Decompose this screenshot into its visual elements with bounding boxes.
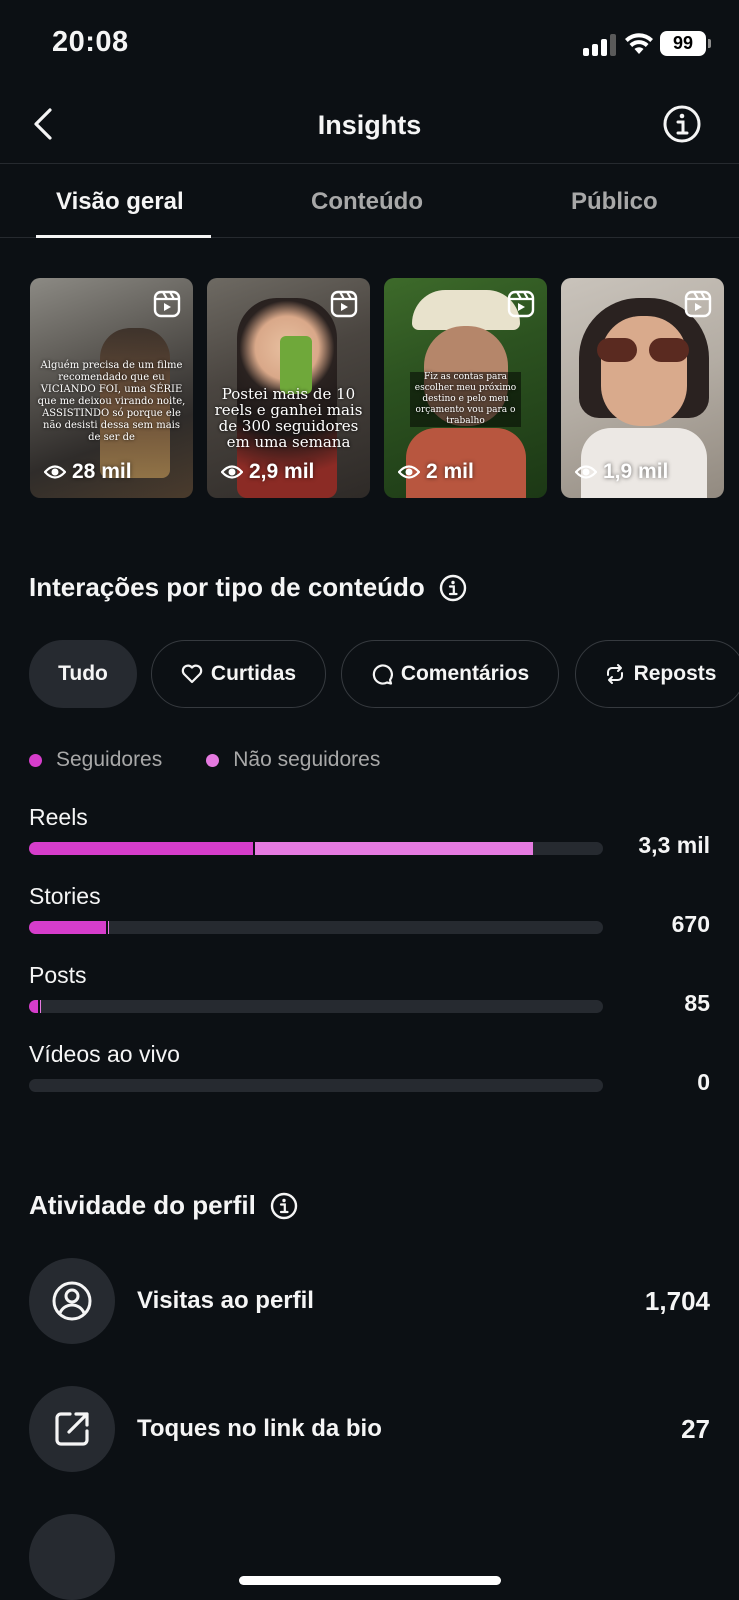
external-link-icon: [55, 1412, 89, 1446]
bar-row: Reels 3,3 mil: [29, 804, 710, 874]
bar-category-label: Vídeos ao vivo: [29, 1041, 180, 1067]
view-count-value: 2,9 mil: [249, 460, 315, 483]
tab-audience[interactable]: Público: [571, 188, 658, 216]
view-count: 1,9 mil: [575, 460, 668, 484]
bar-segment-followers: [29, 842, 253, 855]
page-title: Insights: [317, 110, 422, 140]
top-content-carousel: Alguém precisa de um filme recomendado q…: [30, 278, 739, 498]
interactions-title: Interações por tipo de conteúdo: [29, 572, 425, 602]
reel-icon: [330, 290, 358, 318]
repost-icon: [606, 664, 623, 684]
active-tab-indicator: [36, 235, 211, 238]
activity-icon-wrap: [29, 1386, 115, 1472]
thumbnail-caption: Fiz as contas para escolher meu próximo …: [410, 372, 521, 427]
reel-icon: [153, 290, 181, 318]
bar-track: [29, 921, 603, 934]
bar-category-label: Stories: [29, 883, 101, 909]
wifi-icon: [625, 33, 653, 54]
status-time: 20:08: [52, 26, 129, 58]
bar-segment-followers: [29, 921, 106, 934]
thumbnail-caption: Postei mais de 10 reels e ganhei mais de…: [214, 385, 363, 451]
info-icon[interactable]: [270, 1192, 298, 1220]
eye-icon: [44, 465, 66, 479]
eye-icon: [221, 465, 243, 479]
activity-section-title: Atividade do perfil: [29, 1190, 298, 1221]
bar-total-value: 670: [671, 911, 710, 937]
tab-overview[interactable]: Visão geral: [56, 188, 184, 216]
bar-track: [29, 1079, 603, 1092]
bar-category-label: Posts: [29, 962, 87, 988]
bar-row: Posts 85: [29, 962, 710, 1032]
filter-chip-all[interactable]: Tudo: [29, 640, 137, 708]
reel-icon: [684, 290, 712, 318]
battery-indicator: 99: [660, 31, 711, 56]
heart-icon: [181, 664, 203, 684]
legend-label: Não seguidores: [233, 748, 381, 771]
view-count: 2 mil: [398, 460, 474, 484]
activity-row-profile-visits[interactable]: Visitas ao perfil 1,704: [29, 1258, 710, 1344]
bar-track: [29, 842, 603, 855]
bar-track: [29, 1000, 603, 1013]
chip-label: Reposts: [633, 662, 717, 685]
activity-title: Atividade do perfil: [29, 1190, 256, 1220]
activity-icon-wrap-partial: [29, 1514, 115, 1600]
view-count-value: 2 mil: [426, 460, 474, 483]
legend-dot-followers: [29, 753, 42, 767]
signal-icon: [583, 34, 619, 56]
activity-row-bio-link-taps[interactable]: Toques no link da bio 27: [29, 1386, 710, 1472]
user-circle-icon: [52, 1281, 92, 1321]
legend-dot-non-followers: [206, 753, 220, 767]
bar-total-value: 3,3 mil: [638, 832, 710, 858]
chip-label: Curtidas: [210, 662, 297, 685]
bar-category-label: Reels: [29, 804, 88, 830]
filter-chip-reposts[interactable]: Reposts: [575, 640, 739, 708]
view-count-value: 1,9 mil: [603, 460, 669, 483]
info-icon[interactable]: [662, 104, 702, 144]
bar-segment-non-followers: [38, 1000, 42, 1013]
reel-thumbnail[interactable]: Alguém precisa de um filme recomendado q…: [30, 278, 193, 498]
view-count: 28 mil: [44, 460, 132, 484]
bar-segment-followers: [29, 1000, 39, 1013]
chart-legend: Seguidores Não seguidores: [29, 748, 380, 772]
reel-icon: [507, 290, 535, 318]
info-icon[interactable]: [439, 574, 467, 602]
legend-label: Seguidores: [56, 748, 163, 771]
bar-total-value: 85: [684, 990, 710, 1016]
reel-thumbnail[interactable]: Fiz as contas para escolher meu próximo …: [384, 278, 547, 498]
eye-icon: [398, 465, 420, 479]
view-count: 2,9 mil: [221, 460, 314, 484]
bar-total-value: 0: [697, 1069, 710, 1095]
chip-label: Tudo: [58, 662, 108, 685]
bar-row: Vídeos ao vivo 0: [29, 1041, 710, 1111]
legend-item-followers: Seguidores: [29, 748, 162, 772]
home-indicator: [239, 1576, 501, 1585]
header: Insights: [0, 90, 739, 164]
thumbnail-caption: Alguém precisa de um filme recomendado q…: [37, 360, 186, 443]
tab-bar: Visão geral Conteúdo Público: [0, 164, 739, 238]
activity-icon-wrap: [29, 1258, 115, 1344]
eye-icon: [575, 465, 597, 479]
filter-chip-comments[interactable]: Comentários: [341, 640, 559, 708]
interaction-filter-chips: Tudo Curtidas Comentários Reposts: [29, 640, 739, 708]
reel-thumbnail[interactable]: Postei mais de 10 reels e ganhei mais de…: [207, 278, 370, 498]
activity-label: Visitas ao perfil: [137, 1287, 314, 1314]
chip-label: Comentários: [400, 662, 530, 685]
bar-segment-non-followers: [106, 921, 109, 934]
bar-segment-non-followers: [253, 842, 533, 855]
bar-row: Stories 670: [29, 883, 710, 953]
reel-thumbnail[interactable]: 1,9 mil: [561, 278, 724, 498]
legend-item-non-followers: Não seguidores: [206, 748, 380, 772]
view-count-value: 28 mil: [72, 460, 132, 483]
interactions-section-title: Interações por tipo de conteúdo: [29, 572, 467, 603]
activity-value: 1,704: [644, 1285, 710, 1316]
filter-chip-likes[interactable]: Curtidas: [151, 640, 326, 708]
status-bar: 20:08 99: [0, 0, 739, 90]
comment-icon: [372, 664, 393, 685]
tab-content[interactable]: Conteúdo: [311, 188, 423, 216]
activity-label: Toques no link da bio: [137, 1415, 382, 1442]
activity-value: 27: [681, 1413, 710, 1444]
